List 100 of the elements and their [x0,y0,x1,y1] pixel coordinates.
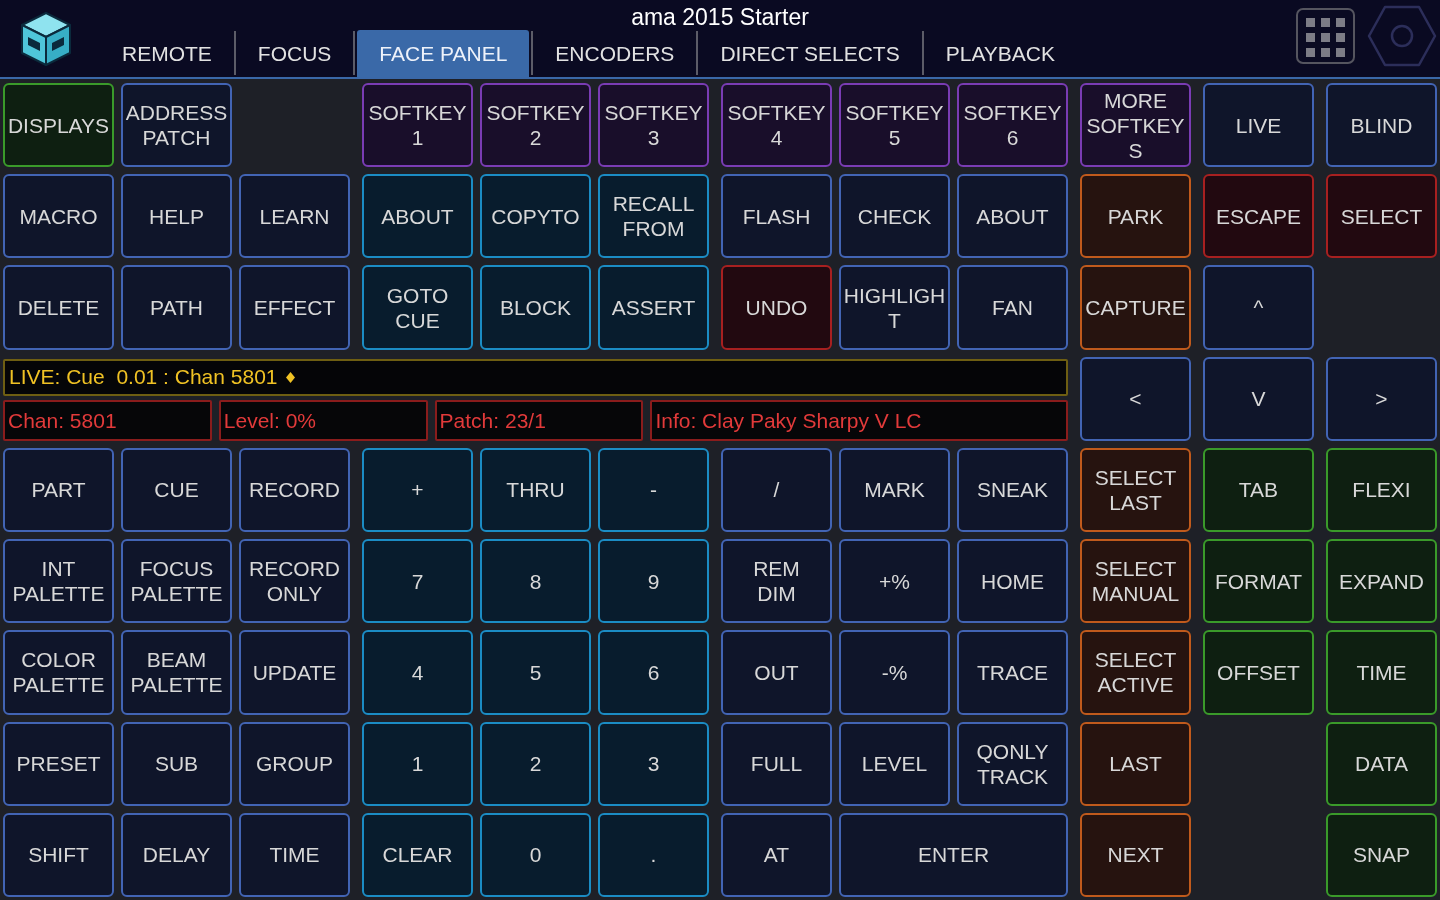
tab[interactable]: FACE PANEL [357,30,530,77]
key-button[interactable]: 9 [598,539,709,624]
key-button[interactable]: FOCUS PALETTE [121,539,232,624]
key-button[interactable]: 5 [480,630,591,715]
key-button[interactable]: V [1203,356,1314,441]
key-button[interactable]: SELECT LAST [1080,447,1191,533]
key-button[interactable]: THRU [480,447,591,533]
key-button[interactable]: CUE [121,447,232,533]
key-button[interactable]: BEAM PALETTE [121,630,232,715]
key-button[interactable]: . [598,812,709,897]
key-button[interactable]: ABOUT [362,174,473,259]
key-button[interactable]: SELECT [1326,174,1437,259]
key-button[interactable]: HOME [957,539,1068,624]
key-button[interactable]: SOFTKEY 2 [480,83,591,168]
key-button[interactable]: SNEAK [957,447,1068,533]
key-button[interactable]: CAPTURE [1080,265,1191,350]
key-button[interactable]: LIVE [1203,83,1314,168]
key-button[interactable]: QONLY TRACK [957,721,1068,806]
key-button[interactable]: SUB [121,721,232,806]
key-button[interactable]: BLIND [1326,83,1437,168]
key-button[interactable]: 7 [362,539,473,624]
key-button[interactable]: 3 [598,721,709,806]
key-button[interactable]: ESCAPE [1203,174,1314,259]
key-button[interactable]: UNDO [721,265,832,350]
key-button[interactable]: - [598,447,709,533]
key-button[interactable]: MACRO [3,174,114,259]
tab[interactable]: FOCUS [235,30,354,77]
key-button[interactable]: ASSERT [598,265,709,350]
key-button[interactable]: REM DIM [721,539,832,624]
key-button[interactable]: ENTER [839,812,1068,897]
key-button[interactable]: FAN [957,265,1068,350]
key-button[interactable]: / [721,447,832,533]
key-button[interactable]: < [1080,356,1191,441]
key-button[interactable]: INT PALETTE [3,539,114,624]
key-button[interactable]: NEXT [1080,812,1191,897]
key-button[interactable]: GOTO CUE [362,265,473,350]
key-button[interactable]: EFFECT [239,265,350,350]
key-button[interactable]: 1 [362,721,473,806]
tab[interactable]: ENCODERS [533,30,697,77]
key-button[interactable]: RECORD ONLY [239,539,350,624]
key-button[interactable]: FORMAT [1203,539,1314,624]
key-button[interactable]: OFFSET [1203,630,1314,715]
key-button[interactable]: TAB [1203,447,1314,533]
tab[interactable]: PLAYBACK [923,30,1078,77]
key-button[interactable]: + [362,447,473,533]
key-button[interactable]: UPDATE [239,630,350,715]
key-button[interactable]: SHIFT [3,812,114,897]
key-button[interactable]: SOFTKEY 5 [839,83,950,168]
key-button[interactable]: MARK [839,447,950,533]
key-button[interactable]: 4 [362,630,473,715]
key-button[interactable]: EXPAND [1326,539,1437,624]
key-button[interactable]: +% [839,539,950,624]
tab[interactable]: DIRECT SELECTS [698,30,922,77]
key-button[interactable]: SOFTKEY 6 [957,83,1068,168]
key-button[interactable]: DELAY [121,812,232,897]
key-button[interactable]: LEVEL [839,721,950,806]
key-button[interactable]: DISPLAYS [3,83,114,168]
key-button[interactable]: FLASH [721,174,832,259]
key-button[interactable]: ^ [1203,265,1314,350]
key-button[interactable]: SELECT ACTIVE [1080,630,1191,715]
key-button[interactable]: GROUP [239,721,350,806]
key-button[interactable]: SELECT MANUAL [1080,539,1191,624]
key-button[interactable]: SOFTKEY 4 [721,83,832,168]
key-button[interactable]: LEARN [239,174,350,259]
key-button[interactable]: CHECK [839,174,950,259]
key-button[interactable]: HELP [121,174,232,259]
key-button[interactable]: COLOR PALETTE [3,630,114,715]
key-button[interactable]: 2 [480,721,591,806]
key-button[interactable]: PATH [121,265,232,350]
key-button[interactable]: DATA [1326,721,1437,806]
key-button[interactable]: PART [3,447,114,533]
key-button[interactable]: ADDRESS PATCH [121,83,232,168]
key-button[interactable]: TIME [1326,630,1437,715]
key-button[interactable]: BLOCK [480,265,591,350]
key-button[interactable]: 8 [480,539,591,624]
tab[interactable]: REMOTE [100,30,234,77]
key-button[interactable]: FULL [721,721,832,806]
key-button[interactable]: TIME [239,812,350,897]
key-button[interactable]: CLEAR [362,812,473,897]
key-button[interactable]: -% [839,630,950,715]
key-button[interactable]: FLEXI [1326,447,1437,533]
key-button[interactable]: ABOUT [957,174,1068,259]
key-button[interactable]: PRESET [3,721,114,806]
key-button[interactable]: MORE SOFTKEYS [1080,83,1191,168]
key-button[interactable]: SOFTKEY 3 [598,83,709,168]
key-button[interactable]: COPYTO [480,174,591,259]
key-button[interactable]: RECALL FROM [598,174,709,259]
key-button[interactable]: DELETE [3,265,114,350]
key-button[interactable]: SNAP [1326,812,1437,897]
key-button[interactable]: > [1326,356,1437,441]
key-button[interactable]: AT [721,812,832,897]
key-button[interactable]: RECORD [239,447,350,533]
key-button[interactable]: 0 [480,812,591,897]
key-button[interactable]: PARK [1080,174,1191,259]
key-button[interactable]: OUT [721,630,832,715]
grid-menu-icon[interactable] [1296,8,1355,64]
key-button[interactable]: SOFTKEY 1 [362,83,473,168]
key-button[interactable]: TRACE [957,630,1068,715]
key-button[interactable]: 6 [598,630,709,715]
key-button[interactable]: LAST [1080,721,1191,806]
